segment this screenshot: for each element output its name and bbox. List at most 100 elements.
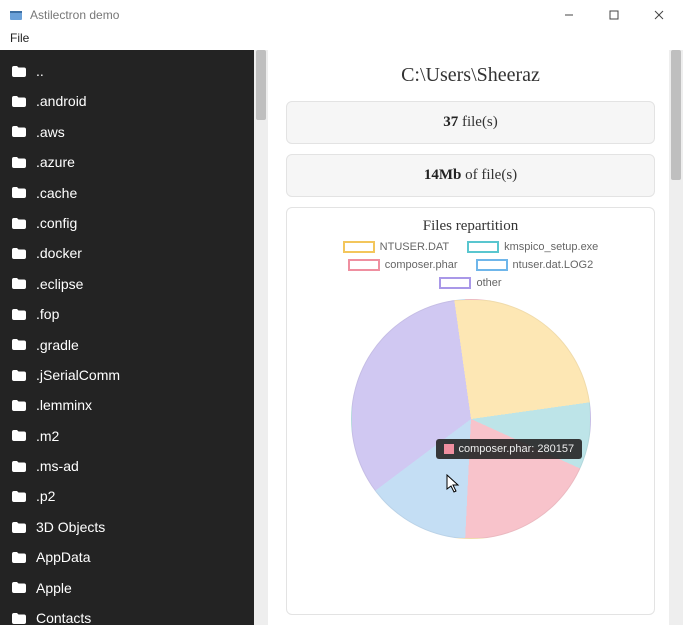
sidebar-item-label: Apple bbox=[36, 577, 72, 599]
pie-wrap: composer.phar: 280157 bbox=[351, 299, 591, 539]
sidebar-item[interactable]: Apple bbox=[0, 573, 254, 603]
sidebar-item[interactable]: .cache bbox=[0, 178, 254, 208]
sidebar-item[interactable]: 3D Objects bbox=[0, 512, 254, 542]
sidebar-item-label: .jSerialComm bbox=[36, 364, 120, 386]
sidebar-item-label: .m2 bbox=[36, 425, 59, 447]
sidebar-item[interactable]: .docker bbox=[0, 238, 254, 268]
sidebar-item-label: .ms-ad bbox=[36, 455, 79, 477]
sidebar-item-label: .aws bbox=[36, 121, 65, 143]
folder-icon bbox=[12, 187, 26, 198]
chart-title: Files repartition bbox=[423, 218, 518, 235]
sidebar-item-label: .p2 bbox=[36, 485, 55, 507]
sidebar-item-label: AppData bbox=[36, 546, 90, 568]
file-count-value: 37 bbox=[443, 114, 458, 130]
folder-icon bbox=[12, 613, 26, 624]
main-scroll-thumb[interactable] bbox=[671, 50, 681, 180]
sidebar-item[interactable]: .ms-ad bbox=[0, 451, 254, 481]
sidebar-item[interactable]: .jSerialComm bbox=[0, 360, 254, 390]
sidebar-item-label: .android bbox=[36, 90, 87, 112]
legend-label: kmspico_setup.exe bbox=[504, 241, 598, 253]
folder-icon bbox=[12, 278, 26, 289]
sidebar-scrollbar[interactable] bbox=[254, 50, 268, 625]
menu-file[interactable]: File bbox=[6, 30, 33, 46]
legend-item[interactable]: composer.phar bbox=[348, 259, 458, 271]
legend-label: other bbox=[476, 277, 501, 289]
sidebar-item[interactable]: AppData bbox=[0, 542, 254, 572]
menubar: File bbox=[0, 30, 683, 50]
legend-label: ntuser.dat.LOG2 bbox=[513, 259, 594, 271]
folder-icon bbox=[12, 248, 26, 259]
sidebar-item[interactable]: .azure bbox=[0, 147, 254, 177]
sidebar-item[interactable]: .lemminx bbox=[0, 390, 254, 420]
sidebar-item[interactable]: .. bbox=[0, 56, 254, 86]
folder-icon bbox=[12, 461, 26, 472]
legend-item[interactable]: ntuser.dat.LOG2 bbox=[476, 259, 594, 271]
sidebar-item-label: .fop bbox=[36, 303, 59, 325]
sidebar-item-label: .config bbox=[36, 212, 77, 234]
folder-icon bbox=[12, 370, 26, 381]
folder-icon bbox=[12, 430, 26, 441]
folder-icon bbox=[12, 218, 26, 229]
sidebar: .. .android .aws .azure .cache .config .docker… bbox=[0, 50, 268, 625]
legend-swatch bbox=[343, 241, 375, 253]
maximize-button[interactable] bbox=[591, 1, 636, 29]
sidebar-item[interactable]: .eclipse bbox=[0, 269, 254, 299]
sidebar-item-label: .docker bbox=[36, 242, 82, 264]
sidebar-item[interactable]: Contacts bbox=[0, 603, 254, 625]
legend-item[interactable]: other bbox=[439, 277, 501, 289]
sidebar-item-label: .cache bbox=[36, 182, 77, 204]
sidebar-item[interactable]: .aws bbox=[0, 117, 254, 147]
main-panel: C:\Users\Sheeraz 37 file(s) 14Mb of file… bbox=[268, 50, 669, 625]
legend-swatch bbox=[467, 241, 499, 253]
folder-icon bbox=[12, 491, 26, 502]
sidebar-item[interactable]: .m2 bbox=[0, 421, 254, 451]
sidebar-item[interactable]: .p2 bbox=[0, 481, 254, 511]
sidebar-item[interactable]: .android bbox=[0, 86, 254, 116]
tooltip-swatch bbox=[444, 444, 454, 454]
file-count-suffix: file(s) bbox=[458, 114, 498, 130]
sidebar-item[interactable]: .config bbox=[0, 208, 254, 238]
file-size-value: 14Mb bbox=[424, 167, 462, 183]
current-path: C:\Users\Sheeraz bbox=[286, 64, 655, 87]
folder-icon bbox=[12, 126, 26, 137]
folder-icon bbox=[12, 522, 26, 533]
folder-list: .. .android .aws .azure .cache .config .docker… bbox=[0, 50, 254, 625]
minimize-button[interactable] bbox=[546, 1, 591, 29]
legend-item[interactable]: kmspico_setup.exe bbox=[467, 241, 598, 253]
window-title: Astilectron demo bbox=[30, 8, 546, 22]
chart-tooltip: composer.phar: 280157 bbox=[436, 439, 583, 459]
chart-card: Files repartition NTUSER.DAT kmspico_setu… bbox=[286, 207, 655, 615]
legend-swatch bbox=[348, 259, 380, 271]
legend-label: composer.phar bbox=[385, 259, 458, 271]
file-count-card: 37 file(s) bbox=[286, 101, 655, 144]
legend-item[interactable]: NTUSER.DAT bbox=[343, 241, 449, 253]
folder-icon bbox=[12, 582, 26, 593]
sidebar-item-label: .eclipse bbox=[36, 273, 83, 295]
sidebar-item[interactable]: .fop bbox=[0, 299, 254, 329]
folder-icon bbox=[12, 309, 26, 320]
sidebar-item-label: .. bbox=[36, 60, 44, 82]
close-button[interactable] bbox=[636, 1, 681, 29]
sidebar-item-label: Contacts bbox=[36, 607, 91, 625]
sidebar-item[interactable]: .gradle bbox=[0, 330, 254, 360]
folder-icon bbox=[12, 400, 26, 411]
folder-icon bbox=[12, 96, 26, 107]
legend-swatch bbox=[476, 259, 508, 271]
sidebar-item-label: .azure bbox=[36, 151, 75, 173]
sidebar-item-label: 3D Objects bbox=[36, 516, 105, 538]
sidebar-scroll-thumb[interactable] bbox=[256, 50, 266, 120]
app-icon bbox=[8, 7, 24, 23]
file-size-suffix: of file(s) bbox=[461, 167, 517, 183]
main-scrollbar[interactable] bbox=[669, 50, 683, 625]
tooltip-label: composer.phar: 280157 bbox=[459, 443, 575, 455]
sidebar-item-label: .gradle bbox=[36, 334, 79, 356]
titlebar: Astilectron demo bbox=[0, 0, 683, 30]
file-size-card: 14Mb of file(s) bbox=[286, 154, 655, 197]
sidebar-item-label: .lemminx bbox=[36, 394, 92, 416]
main-panel-wrap: C:\Users\Sheeraz 37 file(s) 14Mb of file… bbox=[268, 50, 683, 625]
folder-icon bbox=[12, 66, 26, 77]
legend-swatch bbox=[439, 277, 471, 289]
folder-icon bbox=[12, 157, 26, 168]
pie-chart bbox=[351, 299, 591, 539]
cursor-icon bbox=[446, 474, 462, 498]
